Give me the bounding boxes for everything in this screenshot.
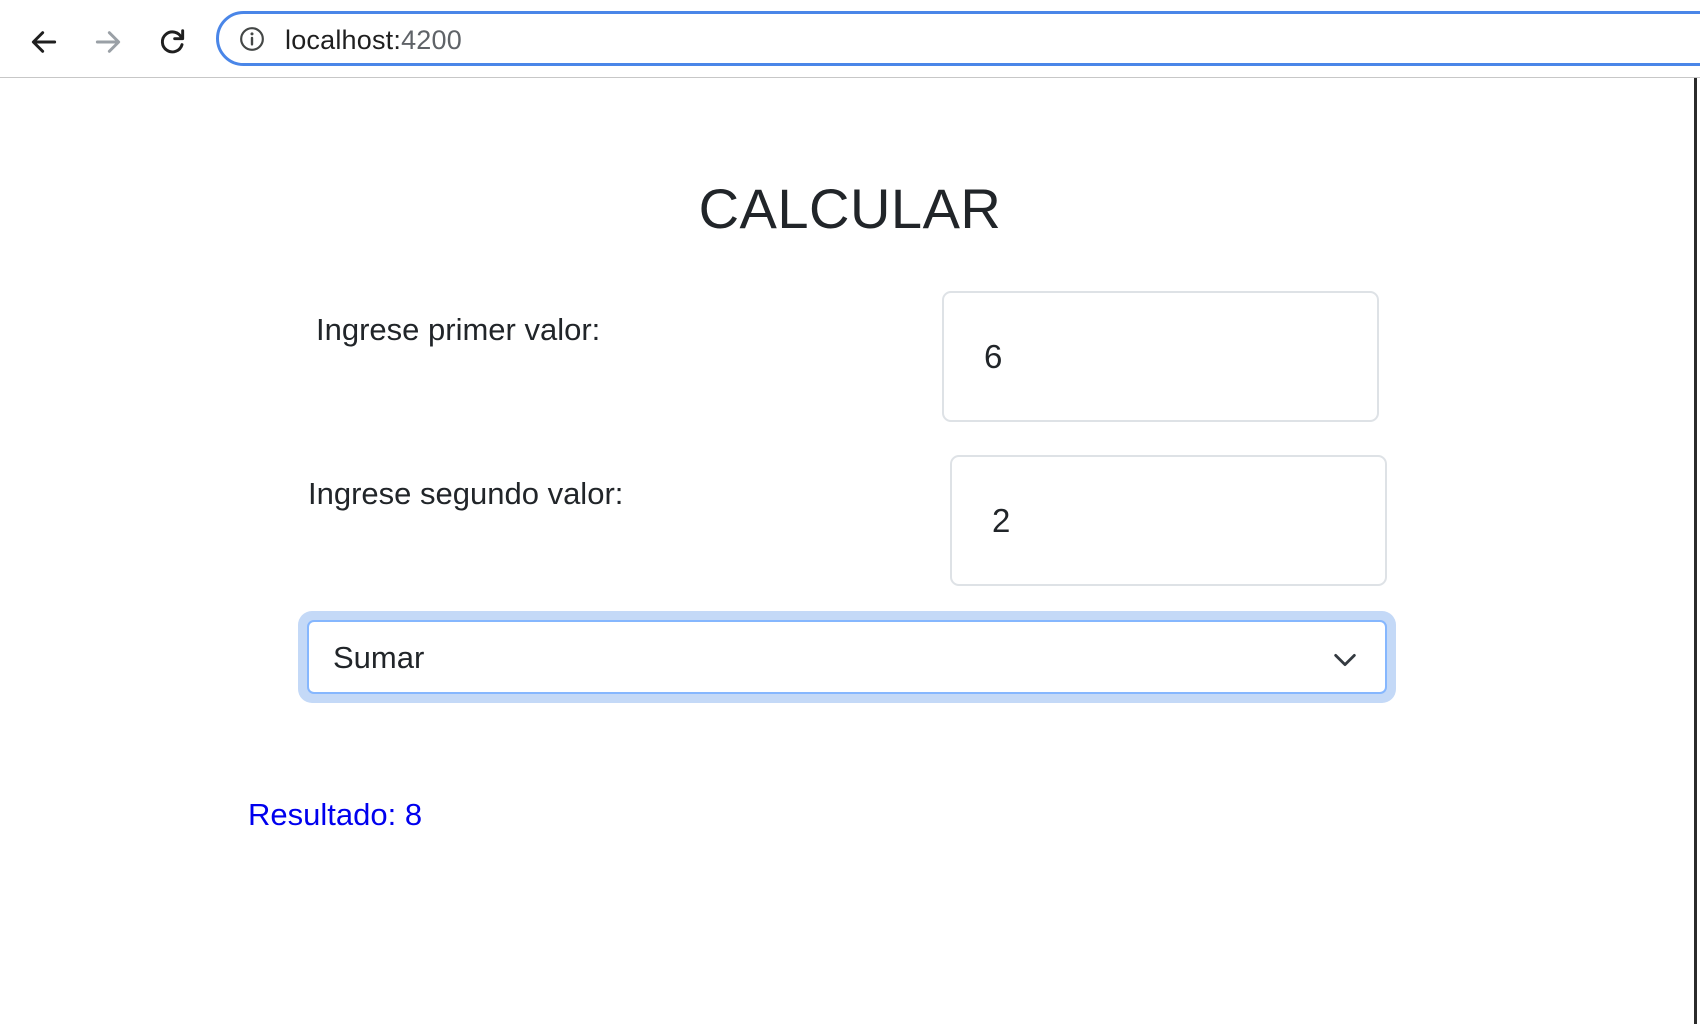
browser-toolbar: localhost:4200 (0, 0, 1700, 78)
back-arrow-icon (31, 31, 57, 53)
second-value-label: Ingrese segundo valor: (308, 476, 624, 511)
url-port: 4200 (401, 25, 462, 55)
url-host: localhost: (285, 25, 402, 55)
result-text: Resultado: 8 (248, 797, 423, 832)
info-icon[interactable] (239, 26, 265, 52)
forward-arrow-icon (95, 31, 121, 53)
reload-button[interactable] (148, 18, 196, 66)
reload-icon (160, 29, 185, 54)
url-text[interactable]: localhost:4200 (285, 26, 462, 54)
back-button[interactable] (20, 18, 68, 66)
operation-select-focus-ring: Sumar (298, 611, 1396, 703)
page-title: CALCULAR (0, 176, 1700, 242)
first-value-input[interactable] (942, 291, 1379, 422)
second-value-input[interactable] (950, 455, 1387, 586)
operation-selected-value: Sumar (333, 640, 425, 675)
address-bar[interactable]: localhost:4200 (216, 11, 1700, 66)
chevron-down-icon (1334, 653, 1356, 667)
forward-button[interactable] (84, 18, 132, 66)
operation-select[interactable]: Sumar (307, 620, 1387, 694)
first-value-label: Ingrese primer valor: (316, 312, 601, 347)
page-title-text: CALCULAR (698, 177, 1002, 240)
